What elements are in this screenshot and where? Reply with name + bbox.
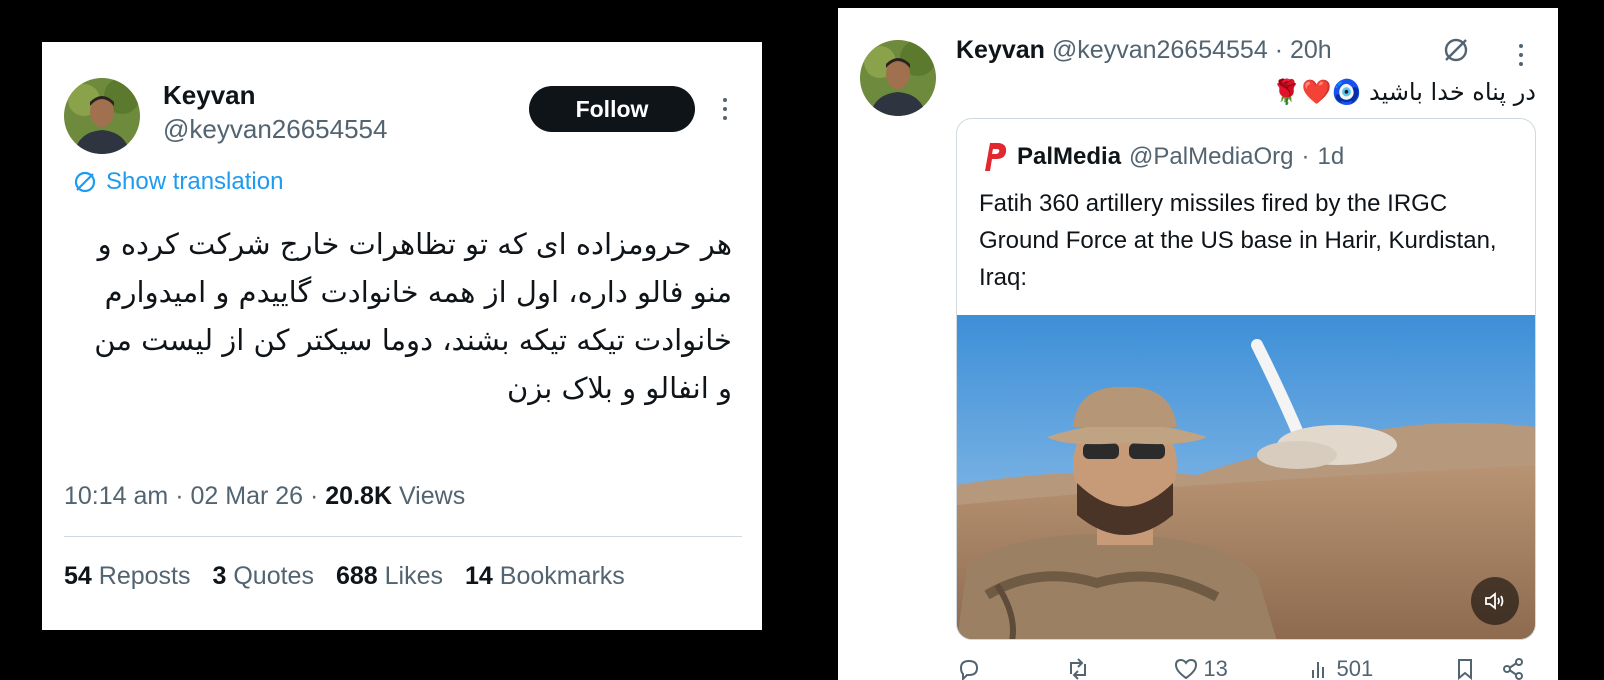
post-text: در پناه خدا باشید 🧿❤️🌹 bbox=[1271, 78, 1536, 106]
author-handle[interactable]: @keyvan26654554 bbox=[1052, 36, 1268, 64]
bookmarks-stat[interactable]: 14 Bookmarks bbox=[465, 562, 625, 591]
grok-icon[interactable] bbox=[1440, 34, 1472, 66]
post-text: هر حرومزاده ای که تو تظاهرات خارج شرکت ک… bbox=[94, 227, 732, 405]
post-age[interactable]: 20h bbox=[1290, 36, 1332, 64]
bookmark-icon[interactable] bbox=[1452, 656, 1478, 680]
reply-button[interactable] bbox=[956, 656, 986, 680]
palmedia-logo-icon bbox=[985, 143, 1007, 171]
views-icon bbox=[1311, 662, 1324, 678]
reposts-stat[interactable]: 54 Reposts bbox=[64, 562, 190, 591]
right-post-card: Keyvan @keyvan26654554 · 20h در پناه خدا… bbox=[838, 8, 1558, 680]
like-count: 13 bbox=[1203, 656, 1228, 680]
engagement-stats: 54 Reposts 3 Quotes 688 Likes 14 Bookmar… bbox=[64, 562, 625, 591]
more-icon[interactable] bbox=[1519, 44, 1523, 66]
quotes-stat[interactable]: 3 Quotes bbox=[212, 562, 313, 591]
follow-button[interactable]: Follow bbox=[529, 86, 695, 132]
reply-icon bbox=[959, 659, 979, 680]
likes-stat[interactable]: 688 Likes bbox=[336, 562, 443, 591]
quoted-video[interactable] bbox=[957, 315, 1535, 639]
post-time[interactable]: 10:14 am bbox=[64, 482, 168, 510]
action-bar: 13 501 bbox=[956, 656, 1526, 680]
quoted-text: Fatih 360 artillery missiles fired by th… bbox=[979, 190, 1497, 291]
author-avatar[interactable] bbox=[860, 40, 936, 116]
quoted-post[interactable]: PalMedia @PalMediaOrg · 1d Fatih 360 art… bbox=[956, 118, 1536, 640]
repost-icon bbox=[1069, 658, 1086, 680]
like-icon bbox=[1175, 658, 1198, 680]
post-date[interactable]: 02 Mar 26 bbox=[190, 482, 303, 510]
repost-button[interactable] bbox=[1065, 656, 1095, 680]
volume-button[interactable] bbox=[1471, 577, 1519, 625]
author-name[interactable]: Keyvan bbox=[163, 80, 256, 111]
post-header: Keyvan @keyvan26654554 · 20h bbox=[956, 36, 1332, 64]
volume-icon bbox=[1485, 592, 1504, 610]
like-button[interactable]: 13 bbox=[1173, 656, 1228, 680]
author-name[interactable]: Keyvan bbox=[956, 36, 1045, 64]
share-icon[interactable] bbox=[1500, 656, 1526, 680]
translate-icon bbox=[74, 171, 96, 193]
quoted-header: PalMedia @PalMediaOrg · 1d bbox=[979, 141, 1344, 173]
post-meta: 10:14 am · 02 Mar 26 · 20.8K Views bbox=[64, 482, 466, 510]
views-count: 20.8K bbox=[325, 482, 392, 510]
views-count: 501 bbox=[1336, 656, 1374, 680]
divider bbox=[64, 536, 742, 537]
show-translation-link[interactable]: Show translation bbox=[72, 168, 283, 196]
left-post-card: Keyvan @keyvan26654554 Follow Show trans… bbox=[42, 42, 762, 630]
quoted-post-age: 1d bbox=[1317, 143, 1345, 170]
quoted-author-handle[interactable]: @PalMediaOrg bbox=[1129, 143, 1293, 171]
views-label: Views bbox=[398, 482, 466, 510]
bookmark-share-group bbox=[1452, 656, 1526, 680]
more-icon[interactable] bbox=[723, 98, 727, 120]
show-translation-label: Show translation bbox=[106, 168, 284, 195]
author-avatar[interactable] bbox=[64, 78, 140, 154]
views-button[interactable]: 501 bbox=[1307, 656, 1374, 680]
author-handle[interactable]: @keyvan26654554 bbox=[163, 114, 387, 145]
quoted-author-name[interactable]: PalMedia bbox=[1017, 143, 1121, 171]
